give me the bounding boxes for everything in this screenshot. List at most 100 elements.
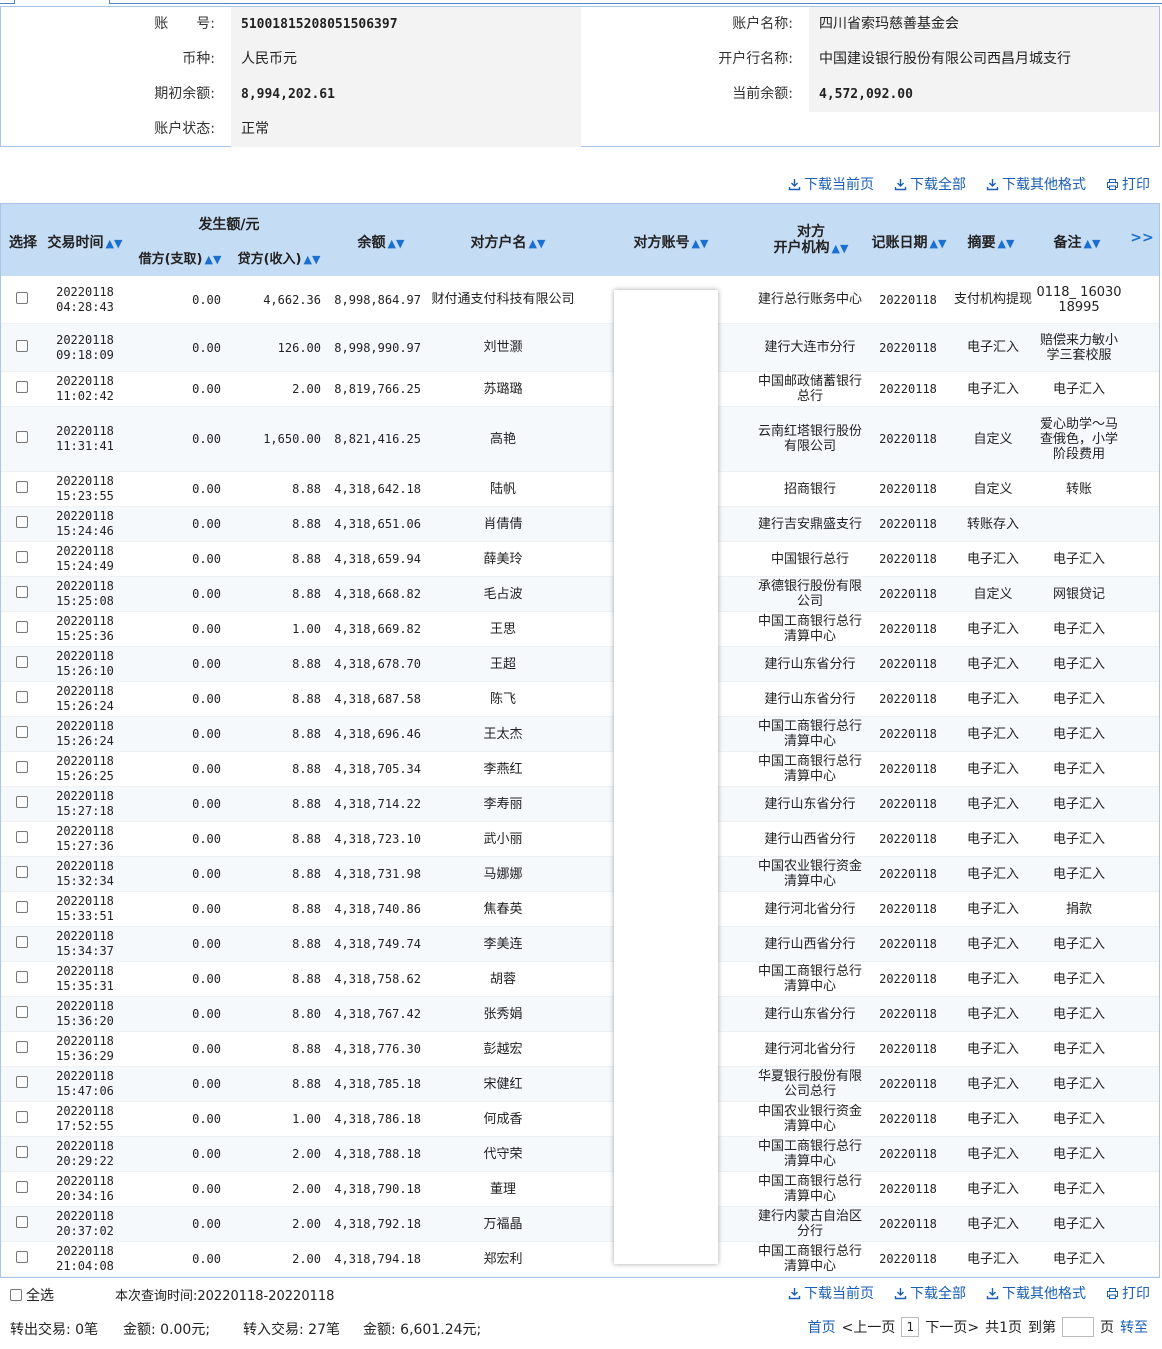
cell-select[interactable] — [1, 1251, 43, 1267]
row-checkbox[interactable] — [16, 691, 28, 703]
row-checkbox[interactable] — [16, 1041, 28, 1053]
row-checkbox[interactable] — [16, 971, 28, 983]
row-checkbox[interactable] — [16, 481, 28, 493]
row-checkbox[interactable] — [16, 621, 28, 633]
cell-select[interactable] — [1, 291, 43, 308]
cell-balance: 4,318,714.22 — [327, 797, 427, 811]
row-checkbox[interactable] — [16, 656, 28, 668]
row-checkbox[interactable] — [16, 1251, 28, 1263]
download-page-link[interactable]: 下载当前页 — [788, 174, 874, 194]
cell-select[interactable] — [1, 936, 43, 952]
cell-post-date: 20220118 — [865, 937, 951, 951]
cell-balance: 4,318,678.70 — [327, 657, 427, 671]
row-checkbox[interactable] — [16, 726, 28, 738]
col-post-date[interactable]: 记账日期 ▲▼ — [867, 232, 951, 252]
print-link[interactable]: 打印 — [1106, 1283, 1150, 1303]
cell-select[interactable] — [1, 1041, 43, 1057]
prev-page-link[interactable]: <上一页 — [842, 1317, 896, 1337]
col-debit[interactable]: 借方(支取) ▲▼ — [131, 248, 229, 267]
cell-post-date-text: 20220118 — [879, 902, 937, 916]
row-checkbox[interactable] — [16, 291, 28, 304]
row-checkbox[interactable] — [16, 796, 28, 808]
cell-select[interactable] — [1, 339, 43, 356]
cell-balance-text: 4,318,758.62 — [334, 972, 421, 986]
row-checkbox[interactable] — [16, 1146, 28, 1158]
cell-post-date-text: 20220118 — [879, 432, 937, 446]
cell-credit-text: 2.00 — [292, 1182, 321, 1196]
goto-page-input[interactable] — [1062, 1317, 1094, 1337]
table-row: 20220118 09:18:09 0.00 126.00 8,998,990.97 刘世… — [1, 324, 1159, 372]
first-page-link[interactable]: 首页 — [808, 1317, 836, 1337]
cell-time-text: 20220118 — [56, 1139, 114, 1153]
cell-party-name-text: 武小丽 — [483, 831, 523, 847]
tab-active[interactable] — [14, 0, 110, 4]
row-checkbox[interactable] — [16, 339, 28, 352]
cell-select[interactable] — [1, 691, 43, 707]
cell-select[interactable] — [1, 1006, 43, 1022]
row-checkbox[interactable] — [16, 831, 28, 843]
current-page[interactable]: 1 — [901, 1317, 920, 1337]
download-other-link[interactable]: 下载其他格式 — [986, 1283, 1086, 1303]
row-checkbox[interactable] — [16, 551, 28, 563]
col-remark[interactable]: 备注 ▲▼ — [1033, 232, 1121, 252]
cell-select[interactable] — [1, 1076, 43, 1092]
row-checkbox[interactable] — [16, 936, 28, 948]
col-time[interactable]: 交易时间 ▲▼ — [45, 232, 125, 252]
cell-post-date: 20220118 — [865, 902, 951, 916]
col-party-bank[interactable]: 对方 开户机构 ▲▼ — [757, 224, 865, 257]
download-other-link[interactable]: 下载其他格式 — [986, 174, 1086, 194]
download-all-link[interactable]: 下载全部 — [894, 1283, 966, 1303]
row-checkbox[interactable] — [16, 516, 28, 528]
redaction-overlay — [614, 290, 718, 1264]
row-checkbox[interactable] — [16, 586, 28, 598]
select-all-checkbox[interactable]: 全选 — [10, 1285, 54, 1305]
cell-select[interactable] — [1, 586, 43, 602]
col-credit[interactable]: 贷方(收入) ▲▼ — [231, 248, 327, 267]
cell-select[interactable] — [1, 621, 43, 637]
expand-columns-button[interactable]: >> — [1125, 230, 1159, 246]
cell-select[interactable] — [1, 656, 43, 672]
cell-select[interactable] — [1, 551, 43, 567]
cell-summary: 电子汇入 — [951, 1007, 1035, 1022]
cell-select[interactable] — [1, 726, 43, 742]
cell-select[interactable] — [1, 971, 43, 987]
row-checkbox[interactable] — [16, 761, 28, 773]
cell-post-date-text: 20220118 — [879, 1077, 937, 1091]
row-checkbox[interactable] — [16, 381, 28, 393]
cell-select[interactable] — [1, 481, 43, 497]
row-checkbox[interactable] — [16, 1181, 28, 1193]
cell-party-bank: 建行大连市分行 — [755, 340, 865, 355]
goto-button[interactable]: 转至 — [1120, 1317, 1148, 1337]
cell-party-name-text: 郑宏利 — [483, 1251, 523, 1267]
col-balance[interactable]: 余额 ▲▼ — [331, 232, 431, 252]
cell-select[interactable] — [1, 1146, 43, 1162]
col-summary[interactable]: 摘要 ▲▼ — [953, 232, 1029, 252]
download-page-link[interactable]: 下载当前页 — [788, 1283, 874, 1303]
cell-select[interactable] — [1, 431, 43, 447]
cell-select[interactable] — [1, 1111, 43, 1127]
row-checkbox[interactable] — [16, 1006, 28, 1018]
cell-select[interactable] — [1, 381, 43, 397]
sort-icon: ▲▼ — [997, 237, 1015, 250]
row-checkbox[interactable] — [16, 866, 28, 878]
cell-select[interactable] — [1, 516, 43, 532]
download-all-link[interactable]: 下载全部 — [894, 174, 966, 194]
cell-select[interactable] — [1, 831, 43, 847]
row-checkbox[interactable] — [16, 431, 28, 443]
row-checkbox[interactable] — [16, 901, 28, 913]
col-select: 选择 — [9, 235, 37, 251]
cell-party-bank: 建行内蒙古自治区分行 — [755, 1209, 865, 1239]
cell-select[interactable] — [1, 1181, 43, 1197]
cell-select[interactable] — [1, 1216, 43, 1232]
print-link[interactable]: 打印 — [1106, 174, 1150, 194]
row-checkbox[interactable] — [16, 1216, 28, 1228]
row-checkbox[interactable] — [16, 1076, 28, 1088]
cell-select[interactable] — [1, 866, 43, 882]
cell-select[interactable] — [1, 796, 43, 812]
col-party-name[interactable]: 对方户名 ▲▼ — [433, 232, 583, 252]
cell-select[interactable] — [1, 901, 43, 917]
next-page-link[interactable]: 下一页> — [925, 1317, 979, 1337]
row-checkbox[interactable] — [16, 1111, 28, 1123]
col-party-account[interactable]: 对方账号 ▲▼ — [591, 232, 751, 252]
cell-select[interactable] — [1, 761, 43, 777]
